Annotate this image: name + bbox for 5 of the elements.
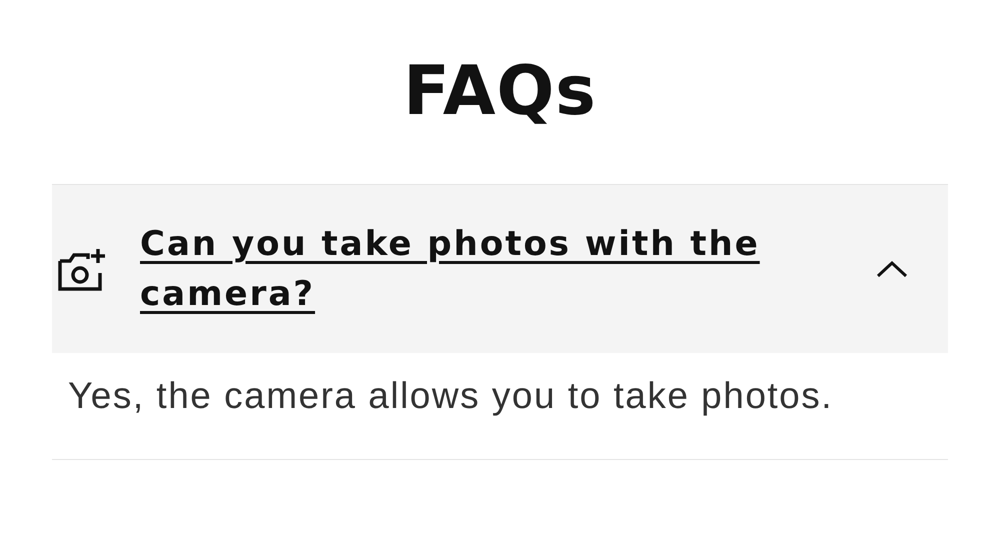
- chevron-up-icon[interactable]: [876, 260, 908, 278]
- faq-header[interactable]: Can you take photos with the camera?: [52, 184, 948, 353]
- page-title: FAQs: [402, 58, 598, 126]
- answer-text: Yes, the camera allows you to take photos.: [52, 353, 948, 460]
- question-link[interactable]: Can you take photos with the camera?: [140, 219, 846, 319]
